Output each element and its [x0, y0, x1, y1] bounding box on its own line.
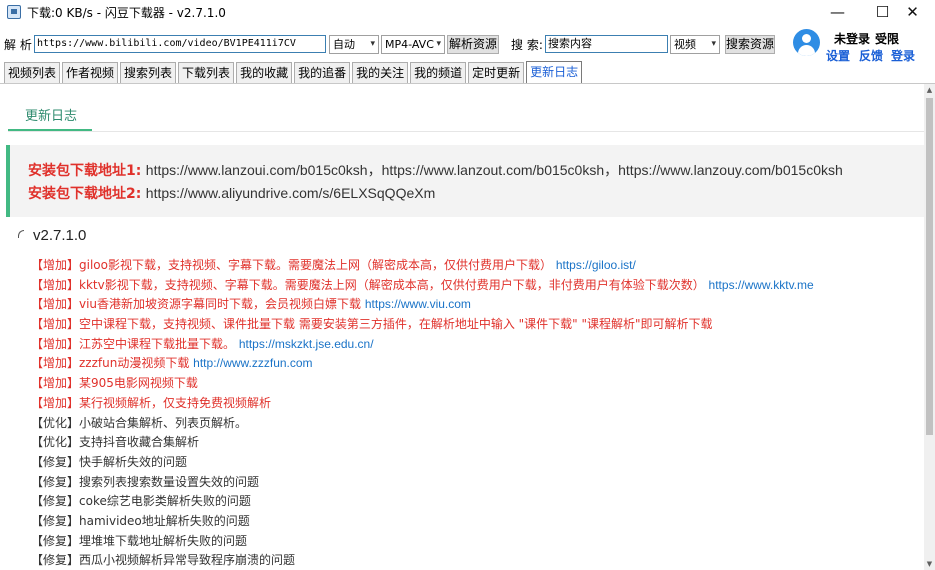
- mode-select[interactable]: 自动 ▾: [329, 35, 379, 54]
- settings-link[interactable]: 设置: [826, 47, 850, 64]
- tab-video-list[interactable]: 视频列表: [4, 62, 61, 83]
- tab-author-videos[interactable]: 作者视频: [62, 62, 119, 83]
- url-input[interactable]: https://www.bilibili.com/video/BV1PE411i…: [34, 35, 326, 53]
- log-text: 【修复】hamivideo地址解析失败的问题: [31, 513, 250, 528]
- list-item: 【增加】zzzfun动漫视频下载 http://www.zzzfun.com: [31, 354, 814, 374]
- download2-label: 安装包下载地址2:: [28, 186, 142, 202]
- subtab-divider: [8, 131, 924, 132]
- list-item: 【增加】某行视频解析，仅支持免费视频解析: [31, 394, 814, 414]
- list-item: 【修复】西瓜小视频解析异常导致程序崩溃的问题: [31, 551, 814, 570]
- login-link[interactable]: 登录: [891, 47, 915, 64]
- list-item: 【修复】快手解析失效的问题: [31, 453, 814, 473]
- main-tabs: 视频列表 作者视频 搜索列表 下载列表 我的收藏 我的追番 我的关注 我的频道 …: [4, 61, 584, 83]
- version-title: v2.7.1.0: [33, 227, 87, 244]
- format-select-value: MP4-AVC: [385, 38, 434, 51]
- list-item: 【优化】支持抖音收藏合集解析: [31, 433, 814, 453]
- scrollbar-thumb[interactable]: [926, 98, 933, 435]
- log-text: 【修复】西瓜小视频解析异常导致程序崩溃的问题: [31, 553, 296, 568]
- log-text: 【增加】某905电影网视频下载: [31, 376, 198, 391]
- scroll-down-icon[interactable]: ▼: [924, 558, 935, 570]
- list-item: 【修复】埋堆堆下载地址解析失败的问题: [31, 532, 814, 552]
- tab-my-following[interactable]: 我的关注: [352, 62, 409, 83]
- log-text: 【增加】空中课程下载，支持视频、课件批量下载 需要安装第三方插件，在解析地址中输…: [31, 317, 713, 332]
- search-input[interactable]: 搜索内容: [545, 35, 668, 53]
- avatar[interactable]: [793, 29, 820, 56]
- vertical-scrollbar[interactable]: ▲ ▼: [924, 84, 935, 570]
- list-item: 【增加】viu香港新加坡资源字幕同时下载，会员视频白嫖下载 https://ww…: [31, 295, 814, 315]
- parse-label: 解 析: [4, 38, 32, 52]
- log-text: 【增加】giloo影视下载，支持视频、字幕下载。需要魔法上网（解密成本高，仅供付…: [31, 258, 552, 272]
- mode-select-value: 自动: [333, 38, 355, 51]
- chevron-down-icon: ▾: [436, 39, 441, 49]
- tab-download-list[interactable]: 下载列表: [178, 62, 235, 83]
- list-item: 【修复】搜索列表搜索数量设置失效的问题: [31, 473, 814, 493]
- log-link[interactable]: https://mskzkt.jse.edu.cn/: [239, 337, 374, 351]
- list-item: 【增加】空中课程下载，支持视频、课件批量下载 需要安装第三方插件，在解析地址中输…: [31, 315, 814, 335]
- download2-links[interactable]: https://www.aliyundrive.com/s/6ELXSqQQeX…: [146, 185, 435, 201]
- log-text: 【优化】支持抖音收藏合集解析: [31, 435, 200, 450]
- tab-my-favorites[interactable]: 我的收藏: [236, 62, 293, 83]
- subtab-changelog[interactable]: 更新日志: [25, 105, 77, 124]
- list-item: 【优化】小破站合集解析、列表页解析。: [31, 414, 814, 434]
- log-text: 【增加】viu香港新加坡资源字幕同时下载，会员视频白嫖下载: [31, 297, 362, 312]
- login-status: 未登录: [834, 32, 871, 46]
- search-label: 搜 索:: [511, 38, 543, 52]
- timeline-dot-icon: [18, 230, 24, 238]
- download-row-1: 安装包下载地址1: https://www.lanzoui.com/b015c0…: [28, 160, 843, 180]
- title-bar: 下载:0 KB/s - 闪豆下载器 - v2.7.1.0 — ☐ ✕: [0, 0, 935, 24]
- log-link[interactable]: https://www.kktv.me: [709, 278, 814, 292]
- list-item: 【增加】kktv影视下载，支持视频、字幕下载。需要魔法上网（解密成本高，仅供付费…: [31, 276, 814, 296]
- list-item: 【修复】hamivideo地址解析失败的问题: [31, 512, 814, 532]
- download1-links[interactable]: https://www.lanzoui.com/b015c0ksh，https:…: [146, 162, 843, 178]
- limit-status: 受限: [875, 32, 900, 46]
- list-item: 【增加】giloo影视下载，支持视频、字幕下载。需要魔法上网（解密成本高，仅供付…: [31, 256, 814, 276]
- log-text: 【增加】江苏空中课程下载批量下载。: [31, 336, 236, 351]
- download-links-box: 安装包下载地址1: https://www.lanzoui.com/b015c0…: [6, 145, 924, 217]
- chevron-down-icon: ▾: [711, 39, 716, 49]
- scroll-up-icon[interactable]: ▲: [924, 84, 935, 96]
- search-type-value: 视频: [674, 38, 696, 51]
- tab-changelog[interactable]: 更新日志: [526, 61, 583, 83]
- log-text: 【增加】kktv影视下载，支持视频、字幕下载。需要魔法上网（解密成本高，仅供付费…: [31, 277, 705, 292]
- tab-my-channels[interactable]: 我的频道: [410, 62, 467, 83]
- log-link[interactable]: https://www.viu.com: [365, 297, 471, 311]
- tab-search-list[interactable]: 搜索列表: [120, 62, 177, 83]
- download1-label: 安装包下载地址1:: [28, 163, 142, 179]
- tab-scheduled-update[interactable]: 定时更新: [468, 62, 525, 83]
- parse-button[interactable]: 解析资源: [447, 35, 499, 54]
- format-select[interactable]: MP4-AVC ▾: [381, 35, 445, 54]
- app-icon: [7, 5, 21, 19]
- chevron-down-icon: ▾: [370, 39, 375, 49]
- log-text: 【增加】某行视频解析，仅支持免费视频解析: [31, 395, 272, 410]
- window-title: 下载:0 KB/s - 闪豆下载器 - v2.7.1.0: [27, 5, 226, 20]
- search-type-select[interactable]: 视频 ▾: [670, 35, 720, 54]
- download-row-2: 安装包下载地址2: https://www.aliyundrive.com/s/…: [28, 183, 435, 203]
- close-button[interactable]: ✕: [890, 0, 935, 24]
- log-text: 【修复】coke综艺电影类解析失败的问题: [31, 494, 251, 509]
- log-link[interactable]: http://www.zzzfun.com: [193, 356, 312, 370]
- tab-my-anime[interactable]: 我的追番: [294, 62, 351, 83]
- log-text: 【优化】小破站合集解析、列表页解析。: [31, 415, 248, 430]
- log-text: 【修复】搜索列表搜索数量设置失效的问题: [31, 474, 260, 489]
- log-link[interactable]: https://giloo.ist/: [556, 258, 636, 272]
- search-button[interactable]: 搜索资源: [725, 35, 775, 54]
- changelog-list: 【增加】giloo影视下载，支持视频、字幕下载。需要魔法上网（解密成本高，仅供付…: [31, 256, 814, 570]
- list-item: 【修复】coke综艺电影类解析失败的问题: [31, 492, 814, 512]
- log-text: 【增加】zzzfun动漫视频下载: [31, 356, 190, 371]
- list-item: 【增加】某905电影网视频下载: [31, 374, 814, 394]
- feedback-link[interactable]: 反馈: [859, 47, 883, 64]
- list-item: 【增加】江苏空中课程下载批量下载。 https://mskzkt.jse.edu…: [31, 335, 814, 355]
- changelog-panel: 更新日志 安装包下载地址1: https://www.lanzoui.com/b…: [0, 84, 924, 570]
- log-text: 【修复】快手解析失效的问题: [31, 454, 188, 469]
- minimize-button[interactable]: —: [815, 0, 860, 24]
- log-text: 【修复】埋堆堆下载地址解析失败的问题: [31, 533, 248, 548]
